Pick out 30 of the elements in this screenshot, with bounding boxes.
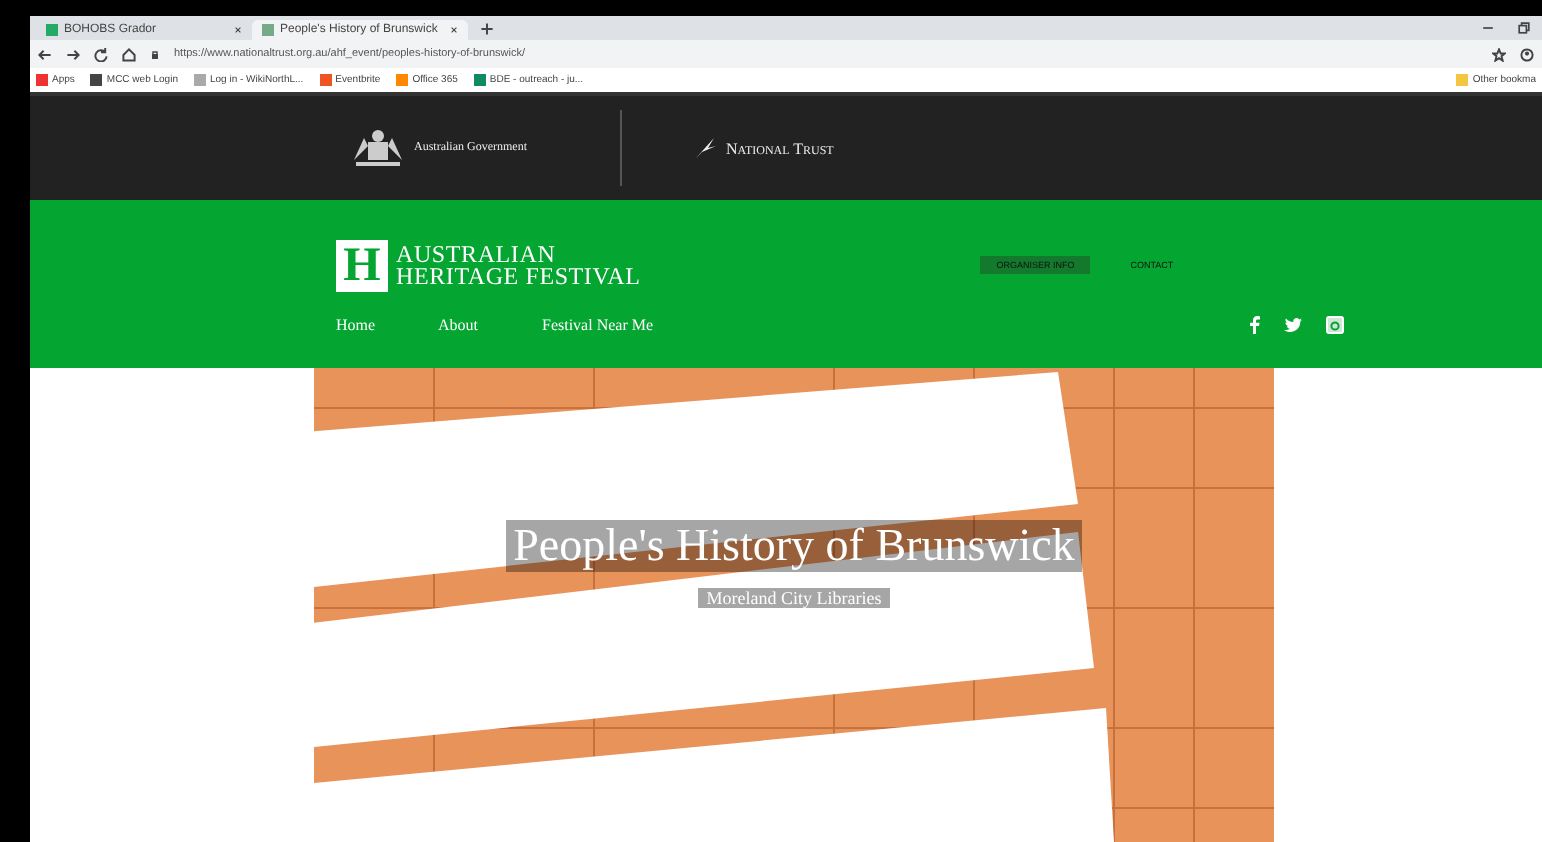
swallow-icon [694,136,718,160]
bookmark-icon [90,74,103,86]
bookmark-icon [396,74,409,86]
trust-label: National Trust [726,139,834,157]
folder-icon [1456,74,1469,86]
new-tab-icon[interactable] [480,22,494,36]
festival-title: AUSTRALIAN HERITAGE FESTIVAL [396,244,641,288]
profile-icon[interactable] [1520,47,1534,61]
back-icon[interactable] [38,47,52,61]
close-icon[interactable] [450,26,458,34]
home-icon[interactable] [122,47,136,61]
instagram-icon[interactable] [1325,316,1344,334]
favicon-icon [46,24,58,36]
bookmark-icon [319,74,332,86]
bookmark-icon [473,74,486,86]
bookmark-icon [193,74,206,86]
coat-of-arms-icon [350,128,406,168]
event-organiser: Moreland City Libraries [698,588,890,608]
lock-icon[interactable] [150,49,160,59]
forward-icon[interactable] [66,47,80,61]
minimize-icon[interactable] [1482,22,1494,34]
facebook-icon[interactable] [1249,316,1260,334]
star-icon[interactable] [1492,47,1506,61]
restore-icon[interactable] [1518,22,1530,34]
bookmark-icon [36,74,48,86]
twitter-icon[interactable] [1283,317,1302,333]
close-icon[interactable] [234,26,242,34]
favicon-icon [262,24,274,36]
festival-logo: H [336,240,388,292]
reload-icon[interactable] [94,47,108,61]
